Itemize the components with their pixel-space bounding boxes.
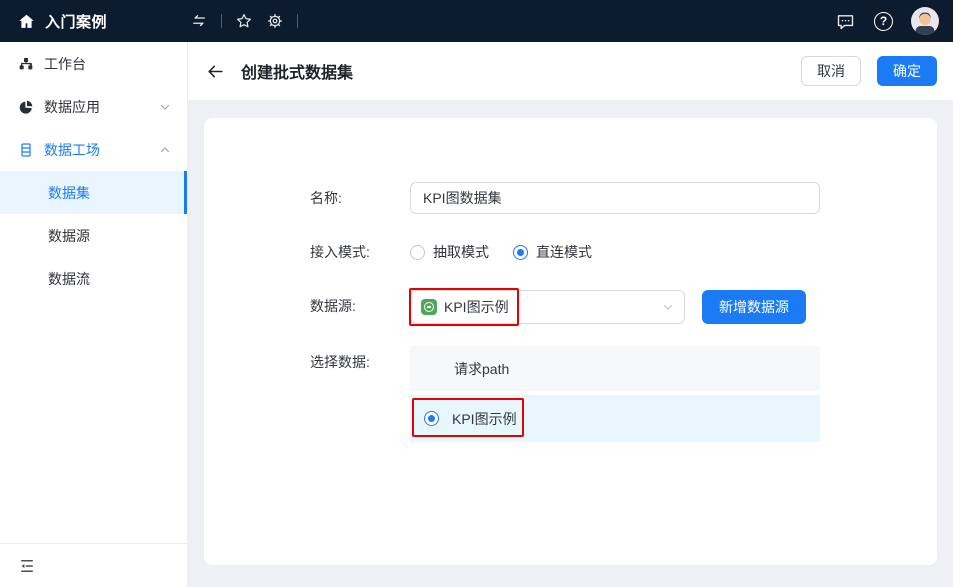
avatar[interactable] xyxy=(911,7,939,35)
pie-chart-icon xyxy=(18,99,34,115)
source-label: 数据源: xyxy=(310,298,356,314)
sidebar-item-label: 数据集 xyxy=(48,184,90,201)
add-datasource-button[interactable]: 新增数据源 xyxy=(702,290,806,324)
main-area: 创建批式数据集 取消 确定 名称: 接入模式: xyxy=(188,42,953,587)
row-label: KPI图示例 xyxy=(452,410,517,427)
chevron-down-icon xyxy=(159,101,171,113)
chat-icon[interactable] xyxy=(835,11,856,32)
radio-label: 抽取模式 xyxy=(433,244,489,260)
datasource-icon xyxy=(421,299,437,315)
form-row-name: 名称: xyxy=(310,182,937,214)
table-row[interactable]: KPI图示例 xyxy=(410,395,820,442)
cancel-button[interactable]: 取消 xyxy=(801,56,861,86)
home-icon[interactable] xyxy=(18,13,35,30)
brand-label: 入门案例 xyxy=(45,13,108,31)
sidebar: 工作台 数据应用 数据工场 数据集 数据源 数据流 xyxy=(0,42,188,587)
datasource-selected-value: KPI图示例 xyxy=(444,299,509,315)
radio-label: 直连模式 xyxy=(536,244,592,260)
form-row-source: 数据源: KPI图示例 新增数据源 xyxy=(310,288,937,326)
header-actions: 取消 确定 xyxy=(801,56,937,86)
column-header-path: 请求path xyxy=(454,360,510,377)
radio-extract-mode[interactable]: 抽取模式 xyxy=(410,242,489,262)
content: 名称: 接入模式: 抽取模式 直连模式 xyxy=(188,100,953,587)
sidebar-item-data-factory[interactable]: 数据工场 xyxy=(0,128,187,171)
home-brand[interactable]: 入门案例 xyxy=(0,11,176,32)
form-row-select-data: 选择数据: 请求path KPI图示例 xyxy=(310,346,937,442)
radio-checked-icon[interactable] xyxy=(513,244,528,260)
radio-unchecked-icon[interactable] xyxy=(410,244,425,260)
page-header: 创建批式数据集 取消 确定 xyxy=(188,42,953,100)
radio-direct-mode[interactable]: 直连模式 xyxy=(513,242,592,262)
mode-label: 接入模式: xyxy=(310,244,370,260)
row-radio-checked-icon[interactable] xyxy=(424,411,439,426)
topbar-right: ? xyxy=(835,7,953,35)
gear-icon[interactable] xyxy=(266,12,284,30)
topbar-tools xyxy=(190,12,298,30)
table-header: 请求path xyxy=(410,346,820,391)
workbench-icon xyxy=(18,56,34,72)
data-table: 请求path KPI图示例 xyxy=(410,346,820,442)
chevron-up-icon xyxy=(159,144,171,156)
sidebar-item-label: 数据流 xyxy=(48,270,90,287)
datasource-select[interactable]: KPI图示例 xyxy=(409,288,685,326)
swap-icon[interactable] xyxy=(190,12,208,30)
sidebar-item-label: 数据源 xyxy=(48,227,90,244)
mode-radio-group: 抽取模式 直连模式 xyxy=(410,236,592,268)
divider xyxy=(221,14,222,28)
sidebar-item-datasources[interactable]: 数据源 xyxy=(0,214,187,257)
sidebar-item-label: 数据工场 xyxy=(44,141,100,158)
sidebar-footer xyxy=(0,543,187,587)
confirm-button[interactable]: 确定 xyxy=(877,56,937,86)
list-icon xyxy=(18,142,34,158)
collapse-sidebar-icon[interactable] xyxy=(18,557,36,575)
topbar: 入门案例 ? xyxy=(0,0,953,42)
sidebar-item-datasets[interactable]: 数据集 xyxy=(0,171,187,214)
form-row-mode: 接入模式: 抽取模式 直连模式 xyxy=(310,236,937,268)
sidebar-item-label: 数据应用 xyxy=(44,98,100,115)
divider xyxy=(297,14,298,28)
form-card: 名称: 接入模式: 抽取模式 直连模式 xyxy=(204,118,937,565)
sidebar-item-dataflows[interactable]: 数据流 xyxy=(0,257,187,300)
page-title: 创建批式数据集 xyxy=(241,65,354,82)
sidebar-item-data-apps[interactable]: 数据应用 xyxy=(0,85,187,128)
star-icon[interactable] xyxy=(235,12,253,30)
sidebar-item-workbench[interactable]: 工作台 xyxy=(0,42,187,85)
sidebar-item-label: 工作台 xyxy=(44,55,86,72)
chevron-down-icon[interactable] xyxy=(662,301,674,313)
name-label: 名称: xyxy=(310,190,342,206)
name-input[interactable] xyxy=(410,182,820,214)
select-data-label: 选择数据: xyxy=(310,354,370,370)
help-icon[interactable]: ? xyxy=(874,11,893,31)
back-arrow-icon[interactable] xyxy=(206,62,225,81)
source-controls: KPI图示例 新增数据源 xyxy=(409,288,806,326)
